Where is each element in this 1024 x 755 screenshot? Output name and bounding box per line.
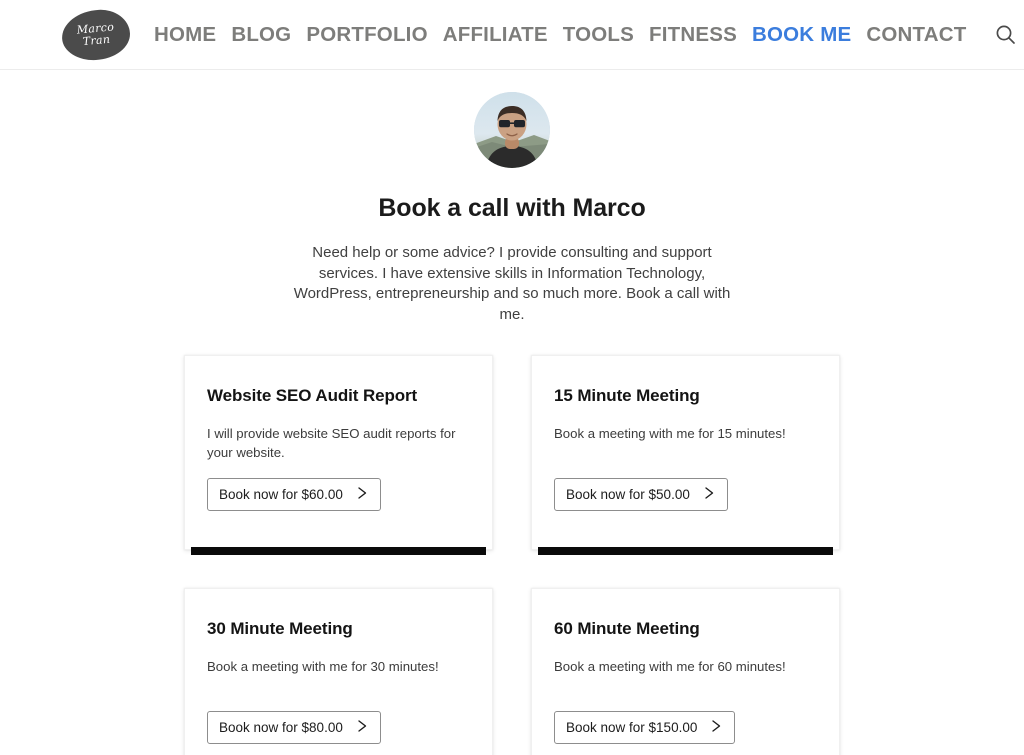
main-navigation: HOME BLOG PORTFOLIO AFFILIATE TOOLS FITN… [154,23,966,47]
chevron-right-icon [704,486,715,503]
booking-card[interactable]: 30 Minute Meeting Book a meeting with me… [184,588,493,755]
card-description: Book a meeting with me for 15 minutes! [554,426,786,441]
nav-item-book-me[interactable]: BOOK ME [752,23,851,47]
logo-blob-shape [60,7,132,62]
card-title: 15 Minute Meeting [554,386,700,405]
card-description: I will provide website SEO audit reports… [207,426,456,460]
book-now-button[interactable]: Book now for $80.00 [207,711,381,744]
nav-item-fitness[interactable]: FITNESS [649,23,737,47]
site-logo[interactable]: Marco Tran [60,7,132,63]
book-now-label: Book now for $60.00 [219,487,343,502]
book-now-button[interactable]: Book now for $60.00 [207,478,381,511]
nav-item-blog[interactable]: BLOG [231,23,291,47]
card-description: Book a meeting with me for 60 minutes! [554,659,786,674]
nav-item-contact[interactable]: CONTACT [866,23,966,47]
card-title: 30 Minute Meeting [207,619,353,638]
nav-item-portfolio[interactable]: PORTFOLIO [306,23,427,47]
booking-card[interactable]: 60 Minute Meeting Book a meeting with me… [531,588,840,755]
book-now-button[interactable]: Book now for $50.00 [554,478,728,511]
booking-card[interactable]: 15 Minute Meeting Book a meeting with me… [531,355,840,555]
chevron-right-icon [357,486,368,503]
nav-item-home[interactable]: HOME [154,23,216,47]
book-now-label: Book now for $50.00 [566,487,690,502]
site-header: Marco Tran HOME BLOG PORTFOLIO AFFILIATE… [0,0,1024,70]
card-title: Website SEO Audit Report [207,386,418,405]
nav-item-tools[interactable]: TOOLS [563,23,634,47]
avatar [474,92,550,168]
book-now-label: Book now for $80.00 [219,720,343,735]
card-description: Book a meeting with me for 30 minutes! [207,659,439,674]
avatar-photo [474,92,550,168]
hero-section: Book a call with Marco Need help or some… [0,70,1024,325]
card-title: 60 Minute Meeting [554,619,700,638]
chevron-right-icon [357,719,368,736]
search-button[interactable] [988,18,1022,52]
book-now-button[interactable]: Book now for $150.00 [554,711,736,744]
chevron-right-icon [711,719,722,736]
page-title: Book a call with Marco [378,194,646,222]
book-now-label: Book now for $150.00 [566,720,698,735]
nav-item-affiliate[interactable]: AFFILIATE [443,23,548,47]
card-accent-bar [538,547,833,555]
booking-card[interactable]: Website SEO Audit Report I will provide … [184,355,493,555]
hero-description: Need help or some advice? I provide cons… [293,244,731,323]
search-icon [995,24,1016,45]
booking-options-grid: Website SEO Audit Report I will provide … [184,355,840,755]
card-accent-bar [191,547,486,555]
